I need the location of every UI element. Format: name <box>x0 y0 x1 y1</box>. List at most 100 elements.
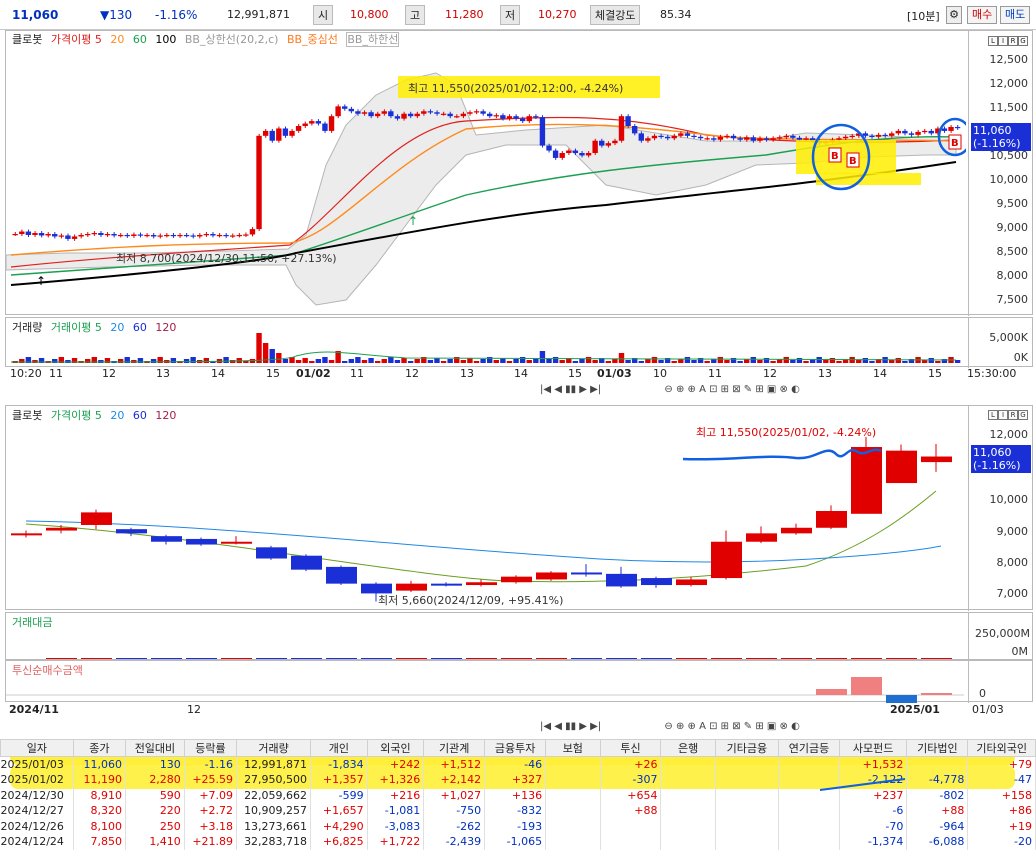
table-header-cell[interactable]: 개인 <box>310 739 368 757</box>
table-header-cell[interactable]: 투신 <box>599 739 662 757</box>
interval-selector[interactable]: [10분] <box>907 8 940 24</box>
chart1-toolbar[interactable]: |◀ ◀ ▮▮ ▶ ▶| ⊖ ⊕ ⊕ A ⊡ ⊞ ⊠ ✎ ⊞ ▣ ⊗ ◐ <box>540 384 800 395</box>
table-header-cell[interactable]: 사모펀드 <box>838 739 908 757</box>
volume-bar <box>889 360 895 363</box>
table-header-cell[interactable]: 연기금등 <box>777 739 840 757</box>
table-cell <box>778 756 840 772</box>
volume-bar <box>427 360 434 363</box>
x-tick: 14 <box>514 367 528 380</box>
table-row[interactable]: 2024/12/27 8,320 220 +2.72 10,909,257 +1,657-… <box>0 803 1036 819</box>
table-body: 2025/01/03 11,060 130 -1.16 12,991,871 -1,834… <box>0 756 1036 850</box>
candle <box>460 113 467 117</box>
table-cell: +1,357 <box>310 772 368 788</box>
candle <box>599 140 605 146</box>
candle <box>295 126 302 131</box>
settings-gear-icon[interactable]: ⚙ <box>946 6 962 24</box>
daily-candle <box>116 529 147 534</box>
volume-bar <box>322 357 328 363</box>
scroll-first-icon[interactable]: |◀ ◀ ▮▮ ▶ ▶| <box>540 384 601 395</box>
table-header-cell[interactable]: 보험 <box>545 739 601 757</box>
intraday-high-note: 최고 11,550(2025/01/02,12:00, -4.24%) <box>408 82 623 95</box>
intraday-y-axis: 12,500 12,000 11,500 10,000 9,500 9,000 … <box>968 31 1032 316</box>
table-cell: -70 <box>839 818 908 834</box>
table-cell <box>545 803 601 819</box>
chart2-toolbar[interactable]: |◀ ◀ ▮▮ ▶ ▶| ⊖ ⊕ ⊕ A ⊡ ⊞ ⊠ ✎ ⊞ ▣ ⊗ ◐ <box>540 721 800 732</box>
trust-net-buy-chart[interactable]: 투신순매수금액 0 <box>5 660 1033 703</box>
daily-plot-area[interactable]: 최고 11,550(2025/01/02, -4.24%) 최저 5,660(2… <box>6 406 966 611</box>
volume-bar <box>790 360 796 363</box>
zoom-tools-icon[interactable]: ⊖ ⊕ ⊕ A ⊡ ⊞ ⊠ ✎ ⊞ ▣ ⊗ ◐ <box>664 384 799 395</box>
trade-amount-chart[interactable]: 거래대금 250,000M 0M <box>5 612 1033 661</box>
daily-high-note: 최고 11,550(2025/01/02, -4.24%) <box>696 426 876 439</box>
x-tick: 01/03 <box>597 367 632 380</box>
daily-candle <box>151 536 182 542</box>
candle <box>38 233 45 236</box>
candle <box>506 116 513 119</box>
daily-candle <box>641 578 672 586</box>
x-tick: 14 <box>873 367 887 380</box>
candle <box>585 153 592 156</box>
volume-bar <box>473 361 480 363</box>
volume-bar <box>645 359 651 363</box>
candle <box>434 112 440 114</box>
intraday-price-chart[interactable]: 클로봇 가격이평 5 20 60 100 BB_상한선(20,2,c) BB_중… <box>5 30 1033 316</box>
table-header-cell[interactable]: 기타법인 <box>906 739 969 757</box>
volume-plot-area <box>10 333 961 363</box>
intraday-x-axis: 10:20 11 12 13 14 15 01/02 11 12 13 14 1… <box>5 367 1033 383</box>
table-cell: 8,320 <box>73 803 127 819</box>
table-cell <box>778 803 840 819</box>
candle <box>559 153 565 158</box>
x-tick: 15 <box>266 367 280 380</box>
candle <box>948 126 954 131</box>
intraday-low-note: 최저 8,700(2024/12/30,11:50, +27.13%) <box>116 252 337 265</box>
table-header-cell[interactable]: 전일대비 <box>125 739 185 757</box>
volume-bar <box>605 361 612 363</box>
volume-bar <box>823 360 829 363</box>
candle <box>480 111 486 114</box>
table-row[interactable]: 2024/12/24 7,850 1,410 +21.89 32,283,718 +6,8… <box>0 834 1036 850</box>
candle <box>500 115 506 119</box>
table-cell: +26 <box>600 756 662 772</box>
daily-candles <box>11 436 952 602</box>
table-cell: +86 <box>967 803 1036 819</box>
x-axis-end-time: 15:30:00 <box>967 367 1017 380</box>
volume-bar <box>902 361 908 363</box>
candle <box>262 130 269 136</box>
volume-bar <box>447 359 453 363</box>
scale-buttons-2[interactable]: LIRG <box>988 407 1028 420</box>
table-header-cell[interactable]: 일자 <box>0 739 74 757</box>
intraday-plot-area[interactable]: 최고 11,550(2025/01/02,12:00, -4.24%) 최저 8… <box>6 45 966 315</box>
scroll-controls-icon[interactable]: |◀ ◀ ▮▮ ▶ ▶| <box>540 721 601 732</box>
table-cell <box>715 756 779 772</box>
table-cell: +79 <box>967 756 1036 772</box>
daily-price-chart[interactable]: 클로봇 가격이평 5 20 60 120 최고 11,550(2025/01/0… <box>5 405 1033 611</box>
table-header-cell[interactable]: 은행 <box>660 739 716 757</box>
volume-bar <box>678 359 684 363</box>
daily-candle <box>816 511 847 528</box>
amount-bar <box>361 658 392 659</box>
table-header-cell[interactable]: 등락률 <box>183 739 238 757</box>
candle <box>658 135 664 138</box>
buy-button[interactable]: 매수 <box>967 6 998 24</box>
volume-bar <box>309 361 315 363</box>
table-row[interactable]: 2025/01/03 11,060 130 -1.16 12,991,871 -1,834… <box>0 756 1036 772</box>
table-header-row: 일자 종가 전일대비 등락률 거래량 개인 외국인 기관계 금융투자 보험 투신 은행 기타금융 연기금등… <box>0 739 1036 757</box>
volume-bar <box>256 333 262 363</box>
table-header-cell[interactable]: 종가 <box>72 739 127 757</box>
candle <box>157 235 163 237</box>
invest-bar <box>921 693 952 695</box>
table-header-cell[interactable]: 외국인 <box>366 739 425 757</box>
table-header-cell[interactable]: 기타외국인 <box>967 739 1036 757</box>
table-row[interactable]: 2024/12/26 8,100 250 +3.18 13,273,661 +4,290-… <box>0 818 1036 834</box>
table-header-cell[interactable]: 거래량 <box>236 739 312 757</box>
price-tag-pct: (-1.16%) <box>973 137 1021 150</box>
sell-button[interactable]: 매도 <box>1000 6 1031 24</box>
investor-table[interactable]: 일자 종가 전일대비 등락률 거래량 개인 외국인 기관계 금융투자 보험 투신 은행 기타금융 연기금등… <box>0 739 1036 857</box>
table-header-cell[interactable]: 기관계 <box>423 739 486 757</box>
zoom-tools-icon[interactable]: ⊖ ⊕ ⊕ A ⊡ ⊞ ⊠ ✎ ⊞ ▣ ⊗ ◐ <box>664 721 799 732</box>
table-header-cell[interactable]: 기타금융 <box>714 739 779 757</box>
volume-bar <box>638 361 644 363</box>
intraday-volume-chart[interactable]: 거래량 거래이평 5 20 60 120 5,000K 0K <box>5 317 1033 368</box>
table-header-cell[interactable]: 금융투자 <box>484 739 547 757</box>
table-cell: +1,326 <box>367 772 425 788</box>
